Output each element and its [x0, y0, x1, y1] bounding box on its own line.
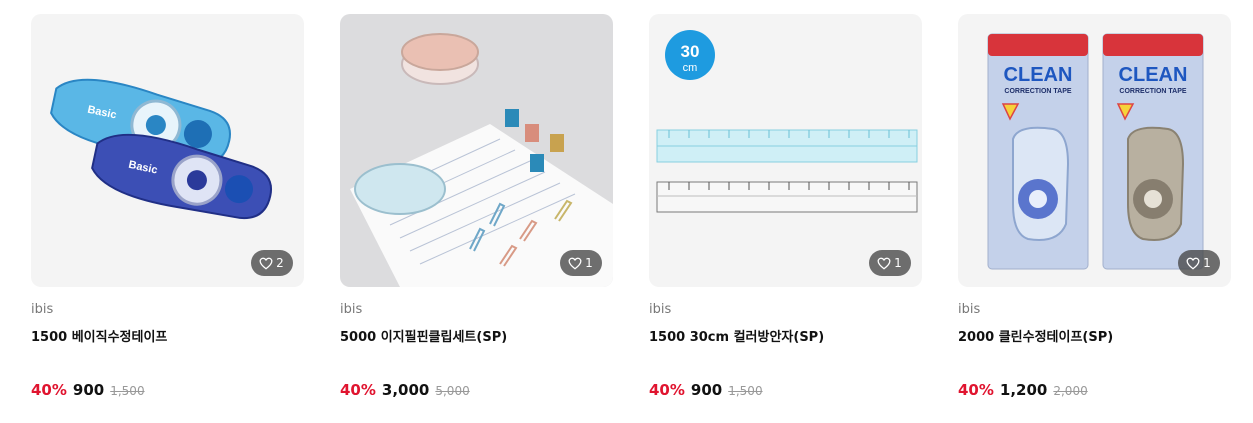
- product-card[interactable]: 30 cm 1 ibis 1500 30cm 컬러방안자(SP) 40% 900…: [649, 14, 922, 399]
- like-button[interactable]: 1: [1178, 250, 1220, 276]
- discount-rate: 40%: [649, 381, 685, 399]
- like-count: 2: [276, 256, 284, 270]
- price-row: 40% 900 1,500: [649, 381, 922, 399]
- product-brand: ibis: [958, 302, 981, 317]
- heart-icon: [259, 257, 273, 270]
- product-image[interactable]: Basic Basic 2: [31, 14, 304, 287]
- product-card[interactable]: Basic Basic 2 ibis 1500 베이직수정테이프 40% 900…: [31, 14, 304, 399]
- product-name[interactable]: 2000 클린수정테이프(SP): [958, 329, 1231, 347]
- product-name[interactable]: 5000 이지필핀클립세트(SP): [340, 329, 613, 347]
- product-image[interactable]: 30 cm 1: [649, 14, 922, 287]
- package-label-2: CLEAN: [1119, 64, 1188, 86]
- heart-icon: [877, 257, 891, 270]
- like-button[interactable]: 1: [560, 250, 602, 276]
- product-brand: ibis: [649, 302, 672, 317]
- heart-icon: [568, 257, 582, 270]
- sale-price: 900: [690, 381, 723, 399]
- price-row: 40% 3,000 5,000: [340, 381, 613, 399]
- heart-icon: [1186, 257, 1200, 270]
- product-brand: ibis: [340, 302, 363, 317]
- original-price: 5,000: [435, 384, 470, 398]
- discount-rate: 40%: [31, 381, 67, 399]
- price-row: 40% 900 1,500: [31, 381, 304, 399]
- product-card[interactable]: CLEAN CORRECTION TAPE CLEAN CORRECTION T…: [958, 14, 1231, 399]
- package-label: CLEAN: [1004, 64, 1073, 86]
- discount-rate: 40%: [958, 381, 994, 399]
- sale-price: 1,200: [999, 381, 1048, 399]
- product-image[interactable]: 1: [340, 14, 613, 287]
- size-badge-value: 30: [681, 42, 700, 61]
- discount-rate: 40%: [340, 381, 376, 399]
- like-count: 1: [894, 256, 902, 270]
- original-price: 2,000: [1053, 384, 1088, 398]
- correction-tape-illustration: Basic Basic: [50, 78, 272, 220]
- package-sublabel: CORRECTION TAPE: [1004, 88, 1071, 95]
- original-price: 1,500: [728, 384, 763, 398]
- sale-price: 900: [72, 381, 105, 399]
- sale-price: 3,000: [381, 381, 430, 399]
- size-badge-unit: cm: [683, 62, 698, 74]
- like-count: 1: [1203, 256, 1211, 270]
- product-image[interactable]: CLEAN CORRECTION TAPE CLEAN CORRECTION T…: [958, 14, 1231, 287]
- clean-tape-package-illustration: CLEAN CORRECTION TAPE CLEAN CORRECTION T…: [987, 33, 1204, 270]
- like-count: 1: [585, 256, 593, 270]
- product-name[interactable]: 1500 30cm 컬러방안자(SP): [649, 329, 922, 347]
- like-button[interactable]: 1: [869, 250, 911, 276]
- product-grid: Basic Basic 2 ibis 1500 베이직수정테이프 40% 900…: [0, 0, 1253, 423]
- package-sublabel-2: CORRECTION TAPE: [1119, 88, 1186, 95]
- original-price: 1,500: [110, 384, 145, 398]
- price-row: 40% 1,200 2,000: [958, 381, 1231, 399]
- like-button[interactable]: 2: [251, 250, 293, 276]
- product-name[interactable]: 1500 베이직수정테이프: [31, 329, 304, 347]
- ruler-illustration: 30 cm: [656, 30, 918, 213]
- product-brand: ibis: [31, 302, 54, 317]
- product-card[interactable]: 1 ibis 5000 이지필핀클립세트(SP) 40% 3,000 5,000: [340, 14, 613, 399]
- clip-set-illustration: [350, 33, 613, 287]
